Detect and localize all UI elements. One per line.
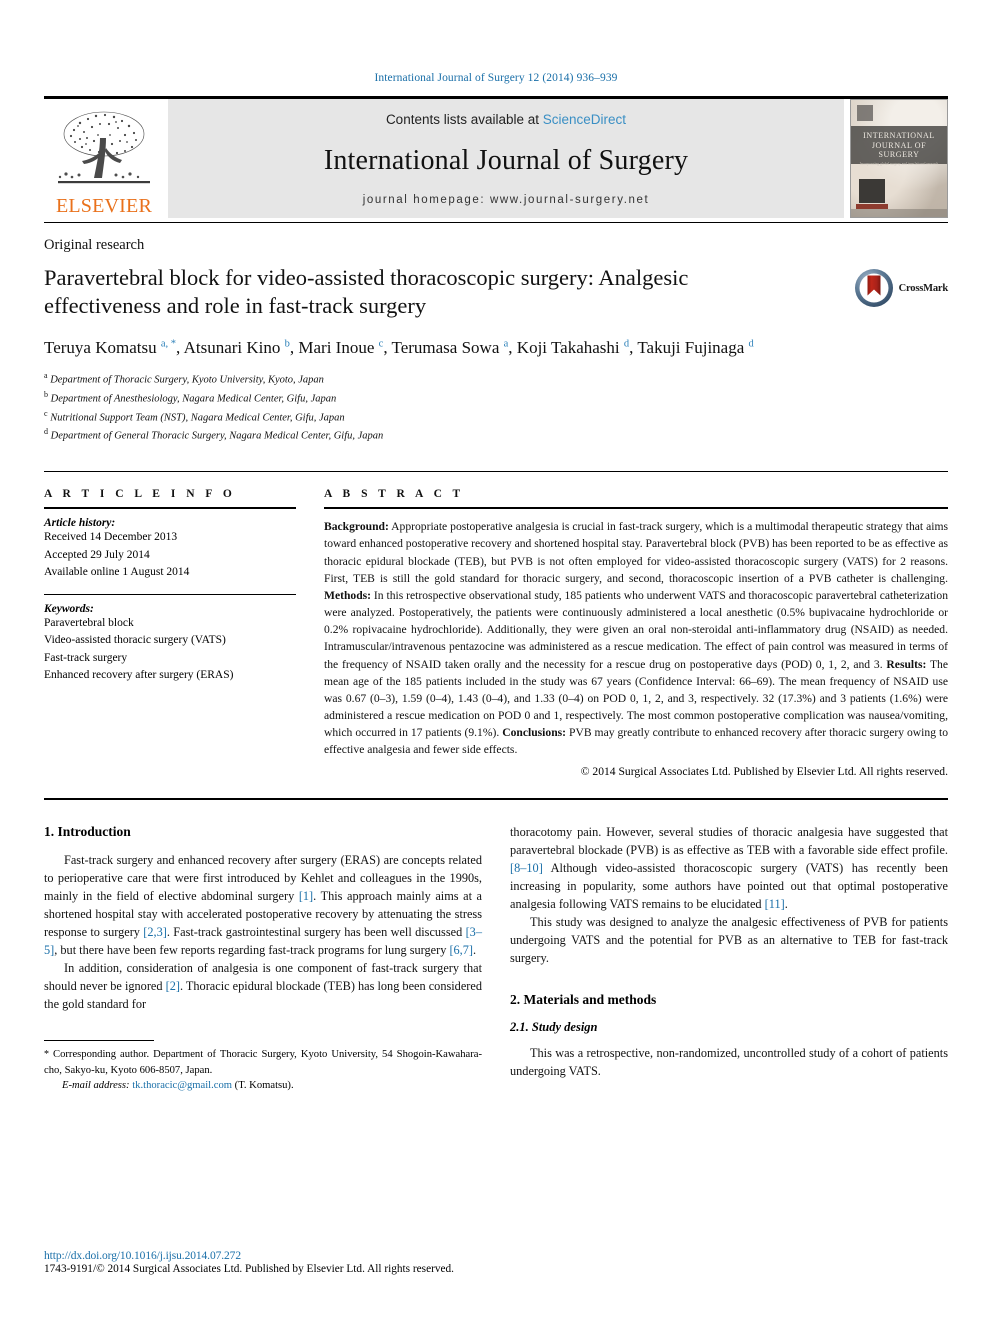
keywords-rule (44, 594, 296, 595)
cover-title-line2: JOURNAL OF SURGERY (871, 141, 927, 160)
crossmark-label: CrossMark (898, 282, 949, 294)
affiliation-text: Department of Anesthesiology, Nagara Med… (50, 393, 337, 405)
subsection-heading-study-design: 2.1. Study design (510, 1020, 598, 1035)
abstract-background-label: Background: (324, 520, 389, 534)
cover-crest-icon (859, 179, 885, 203)
email-link[interactable]: tk.thoracic@gmail.com (132, 1080, 232, 1091)
article-type-label: Original research (44, 237, 145, 253)
article-history-accepted: Accepted 29 July 2014 (44, 548, 150, 561)
masthead-bottom-rule (44, 222, 948, 223)
contents-lists-line: Contents lists available at ScienceDirec… (386, 112, 626, 127)
cover-title-band: INTERNATIONAL JOURNAL OF SURGERY Incorpo… (851, 126, 947, 166)
sciencedirect-link[interactable]: ScienceDirect (543, 112, 626, 127)
affiliation-text: Department of General Thoracic Surgery, … (50, 430, 384, 442)
body-columns: 1. Introduction Fast-track surgery and e… (44, 824, 948, 1093)
keyword-item: Enhanced recovery after surgery (ERAS) (44, 668, 234, 681)
affiliation-list: a Department of Thoracic Surgery, Kyoto … (44, 370, 948, 445)
keywords-label: Keywords: (44, 603, 94, 615)
journal-cover-thumbnail: INTERNATIONAL JOURNAL OF SURGERY Incorpo… (850, 99, 948, 218)
affiliation-item: d Department of General Thoracic Surgery… (44, 426, 948, 445)
abstract-methods-text: In this retrospective observational stud… (324, 588, 948, 671)
email-suffix: (T. Komatsu). (232, 1079, 294, 1091)
article-info-heading: A R T I C L E I N F O (44, 488, 236, 501)
keyword-item: Video-assisted thoracic surgery (VATS) (44, 634, 226, 647)
elsevier-logo: ELSEVIER (44, 99, 164, 218)
article-history-label: Article history: (44, 517, 116, 530)
abstract-conclusions-label: Conclusions: (502, 726, 567, 740)
affiliation-item: b Department of Anesthesiology, Nagara M… (44, 389, 948, 408)
cover-footer-band (851, 209, 947, 217)
intro-paragraph-3: This study was designed to analyze the a… (510, 915, 948, 966)
author-list: Teruya Komatsu a, *, Atsunari Kino b, Ma… (44, 337, 754, 357)
email-address-label: E-mail address: (62, 1079, 130, 1091)
study-design-paragraph-1: This was a retrospective, non-randomized… (510, 1046, 948, 1079)
abstract-column: A B S T R A C T Background: Appropriate … (324, 488, 948, 778)
footnote-email-line: E-mail address: tk.thoracic@gmail.com (T… (44, 1078, 482, 1093)
elsevier-wordmark: ELSEVIER (55, 195, 153, 217)
publisher-footer: http://dx.doi.org/10.1016/j.ijsu.2014.07… (44, 1250, 604, 1275)
corresponding-author-footnote: * Corresponding author. Department of Th… (44, 1040, 482, 1093)
body-right-column: thoracotomy pain. However, several studi… (510, 824, 948, 1093)
affiliation-mark: b (44, 389, 48, 399)
body-top-rule (44, 798, 948, 801)
crossmark-icon (854, 269, 893, 307)
masthead-center: Contents lists available at ScienceDirec… (168, 99, 844, 218)
cover-title-line1: INTERNATIONAL (863, 131, 935, 140)
article-history-received: Received 14 December 2013 (44, 531, 178, 544)
footnote-rule (44, 1040, 154, 1042)
body-left-column: 1. Introduction Fast-track surgery and e… (44, 824, 482, 1093)
article-history-online: Available online 1 August 2014 (44, 565, 190, 578)
cover-publisher-mark (857, 105, 873, 121)
info-abstract-section: A R T I C L E I N F O Article history: R… (44, 471, 948, 778)
title-row: Paravertebral block for video-assisted t… (44, 264, 948, 321)
journal-masthead: ELSEVIER Contents lists available at Sci… (44, 96, 948, 218)
affiliation-mark: a (44, 371, 48, 381)
abstract-copyright: © 2014 Surgical Associates Ltd. Publishe… (580, 765, 948, 779)
abstract-background-text: Appropriate postoperative analgesia is c… (324, 520, 948, 585)
affiliation-item: a Department of Thoracic Surgery, Kyoto … (44, 370, 948, 389)
page-title: Paravertebral block for video-assisted t… (44, 265, 689, 319)
affiliation-mark: d (44, 427, 48, 437)
affiliation-text: Nutritional Support Team (NST), Nagara M… (50, 412, 345, 424)
keyword-item: Paravertebral block (44, 617, 134, 629)
footnote-corresponding-line: * Corresponding author. Department of Th… (44, 1047, 482, 1078)
footnote-corresponding-text: Corresponding author. Department of Thor… (44, 1049, 482, 1076)
journal-title: International Journal of Surgery (323, 144, 689, 176)
title-block: Paravertebral block for video-assisted t… (44, 264, 812, 321)
intro-paragraph-2-continued: thoracotomy pain. However, several studi… (510, 825, 948, 912)
running-head: International Journal of Surgery 12 (201… (374, 72, 618, 84)
abstract-heading: A B S T R A C T (324, 488, 465, 501)
cover-subtitle: Incorporating global surgery and transla… (859, 161, 939, 166)
crossmark-badge-group[interactable]: CrossMark (812, 264, 948, 308)
doi-link[interactable]: http://dx.doi.org/10.1016/j.ijsu.2014.07… (44, 1250, 604, 1262)
intro-paragraph-2: In addition, consideration of analgesia … (44, 961, 482, 1012)
abstract-methods-label: Methods: (324, 588, 372, 602)
section-heading-introduction: 1. Introduction (44, 824, 131, 840)
article-page: International Journal of Surgery 12 (201… (0, 0, 992, 1323)
affiliation-item: c Nutritional Support Team (NST), Nagara… (44, 408, 948, 427)
contents-prefix: Contents lists available at (385, 112, 543, 127)
article-info-rule (44, 507, 296, 510)
affiliation-mark: c (44, 408, 48, 418)
intro-paragraph-1: Fast-track surgery and enhanced recovery… (44, 853, 483, 958)
abstract-text: Background: Appropriate postoperative an… (324, 518, 948, 758)
abstract-results-label: Results: (886, 657, 927, 671)
journal-homepage[interactable]: journal homepage: www.journal-surgery.ne… (363, 194, 650, 206)
section-heading-materials-and-methods: 2. Materials and methods (510, 992, 657, 1008)
keyword-item: Fast-track surgery (44, 651, 128, 664)
issn-copyright-line: 1743-9191/© 2014 Surgical Associates Ltd… (44, 1263, 454, 1275)
abstract-rule (324, 507, 948, 510)
article-info-column: A R T I C L E I N F O Article history: R… (44, 488, 296, 778)
affiliation-text: Department of Thoracic Surgery, Kyoto Un… (50, 374, 324, 386)
elsevier-tree-icon (58, 111, 150, 184)
